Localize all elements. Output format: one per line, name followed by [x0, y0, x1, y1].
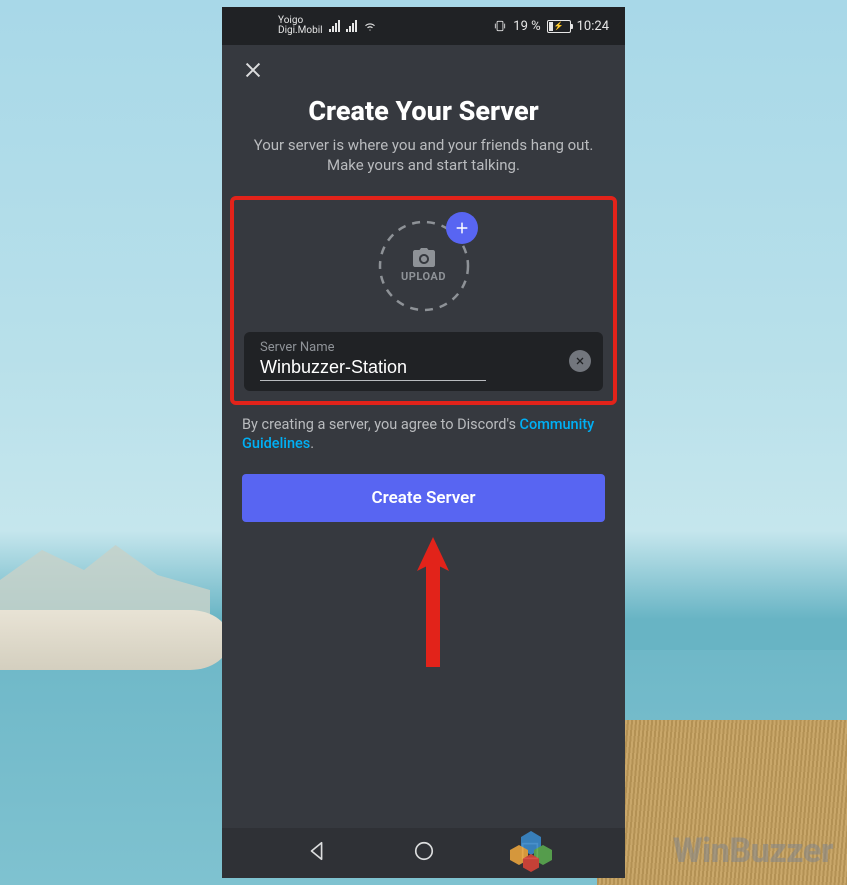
carrier-2: Digi.Mobil: [278, 26, 323, 37]
signal-strength-2-icon: [346, 20, 357, 32]
signal-strength-1-icon: [329, 20, 340, 32]
clear-input-icon[interactable]: [569, 350, 591, 372]
page-title: Create Your Server: [242, 95, 605, 127]
watermark-logo-icon: [505, 823, 557, 875]
status-bar: Yoigo Digi.Mobil 19 % ⚡ 10:24: [222, 7, 625, 45]
wifi-icon: [363, 19, 377, 33]
page-subtitle: Your server is where you and your friend…: [252, 135, 595, 176]
upload-server-icon[interactable]: UPLOAD: [378, 220, 470, 312]
close-icon[interactable]: [242, 59, 605, 81]
battery-percent: 19 %: [513, 19, 540, 34]
create-server-button[interactable]: Create Server: [242, 474, 605, 522]
server-name-field[interactable]: Server Name: [244, 332, 603, 391]
annotation-highlight-box: UPLOAD Server Name: [230, 196, 617, 405]
nav-home-icon[interactable]: [413, 840, 435, 866]
server-name-label: Server Name: [260, 340, 561, 355]
android-nav-bar: [222, 828, 625, 878]
server-name-input[interactable]: [260, 355, 486, 381]
agreement-text: By creating a server, you agree to Disco…: [242, 415, 605, 454]
vibrate-icon: [493, 19, 507, 33]
watermark-text: WinBuzzer: [673, 831, 833, 871]
plus-badge-icon: [446, 212, 478, 244]
clock: 10:24: [577, 19, 609, 34]
battery-icon: ⚡: [547, 20, 571, 33]
annotation-arrow-icon: [415, 537, 451, 667]
nav-back-icon[interactable]: [306, 840, 328, 866]
phone-frame: Yoigo Digi.Mobil 19 % ⚡ 10:24 Create You…: [222, 7, 625, 878]
